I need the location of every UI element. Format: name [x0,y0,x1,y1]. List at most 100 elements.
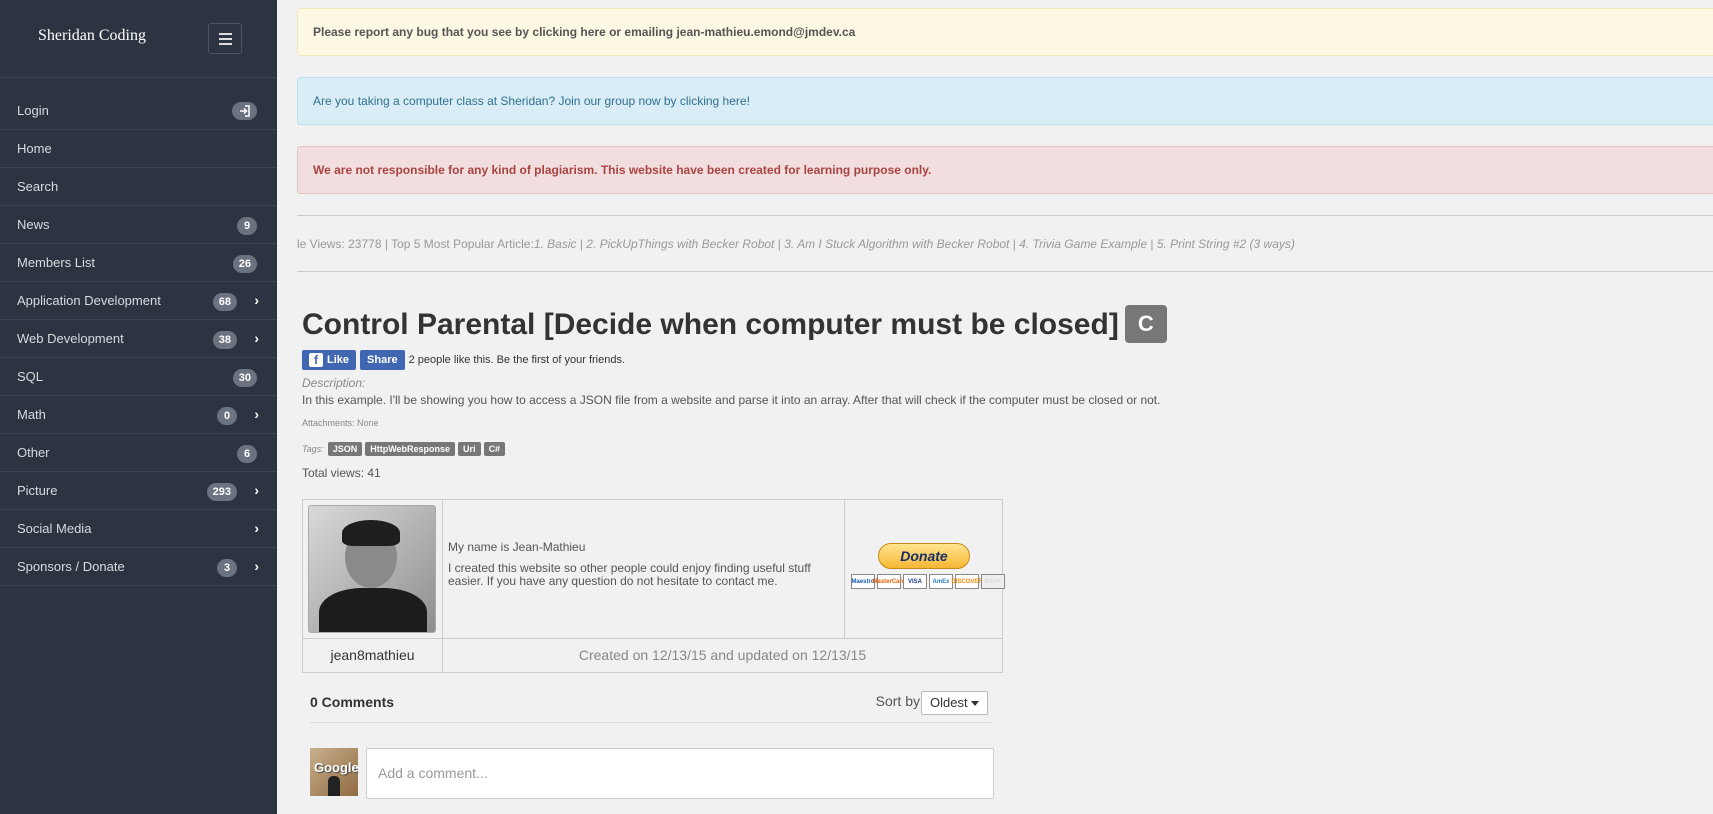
count-badge: 3 [217,559,237,577]
tag-badge[interactable]: Uri [458,442,481,456]
count-badge: 38 [212,331,237,349]
ticker-separator: | [576,236,587,251]
language-badge: C [1124,305,1167,343]
sort-value: Oldest [930,695,968,710]
author-name-line: My name is Jean-Mathieu [448,540,586,554]
sidebar-item-login[interactable]: Login [0,92,277,130]
main-content: Please report any bug that you see by cl… [277,0,1713,814]
sidebar-item-label: Sponsors / Donate [17,559,125,574]
count-badge: 68 [212,293,237,311]
tag-badge[interactable]: JSON [327,442,363,456]
payment-card-icon: AmEx [929,574,953,589]
payment-card-icon: BANK [981,574,1005,589]
popular-articles-ticker: le Views: 23778 | Top 5 Most Popular Art… [297,215,1713,272]
sidebar-item-sponsors-donate[interactable]: Sponsors / Donate 3 › [0,548,277,586]
popular-article-link[interactable]: 2. PickUpThings with Becker Robot [586,237,774,251]
plagiarism-alert: We are not responsible for any kind of p… [297,146,1713,194]
count-badge: 9 [237,217,257,235]
sidebar-item-sql[interactable]: SQL 30 [0,358,277,396]
author-username[interactable]: jean8mathieu [303,639,443,672]
facebook-social-row: f Like Share 2 people like this. Be the f… [302,350,625,370]
sidebar-item-label: Other [17,445,50,460]
sidebar-item-other[interactable]: Other 6 [0,434,277,472]
donate-cell: Donate Maestro MasterCard VISA AmEx DISCOVER… [845,500,1005,639]
ticker-separator: | [774,236,785,251]
ticker-prefix: le Views: 23778 | Top 5 Most Popular Art… [297,236,534,251]
popular-article-link[interactable]: 4. Trivia Game Example [1019,237,1147,251]
payment-card-icon: DISCOVER [951,574,983,589]
count-badge: 293 [206,483,237,501]
author-bio: I created this website so other people c… [448,561,811,588]
payment-card-icon: Maestro [851,574,875,589]
article-title-text: Control Parental [Decide when computer m… [302,308,1119,341]
comment-input[interactable]: Add a comment... [366,748,994,799]
sidebar-item-label: Picture [17,483,58,498]
sidebar-item-news[interactable]: News 9 [0,206,277,244]
sidebar-item-search[interactable]: Search [0,168,277,206]
attachments-text: Attachments: None [302,418,379,428]
author-avatar [308,505,436,633]
sidebar-item-label: Application Development [17,293,161,308]
count-badge: 26 [232,255,257,273]
tag-badge[interactable]: HttpWebResponse [365,442,456,456]
chevron-right-icon: › [254,558,259,574]
sidebar-item-label: Search [17,179,59,194]
facebook-like-button[interactable]: f Like [302,350,357,370]
sidebar-item-social-media[interactable]: Social Media › [0,510,277,548]
facebook-like-text: 2 people like this. Be the first of your… [408,354,626,366]
site-brand[interactable]: Sheridan Coding [38,27,146,45]
sidebar-item-members-list[interactable]: Members List 26 [0,244,277,282]
description-label: Description: [302,376,366,390]
popular-article-link[interactable]: 5. Print String #2 (3 ways) [1157,237,1295,251]
author-avatar-cell [303,500,443,639]
payment-card-icon: MasterCard [873,574,906,589]
payment-card-icon: VISA [903,574,927,589]
total-views: Total views: 41 [302,466,381,480]
sidebar-item-label: News [17,217,50,232]
chevron-right-icon: › [254,292,259,308]
sidebar-nav: Login Home Search News 9 Members List 26 Applic… [0,92,277,586]
hamburger-menu-icon[interactable] [208,23,242,54]
sidebar-item-picture[interactable]: Picture 293 › [0,472,277,510]
sidebar-item-application-development[interactable]: Application Development 68 › [0,282,277,320]
comments-header: 0 Comments Sort by Oldest [310,688,992,723]
payment-cards: Maestro MasterCard VISA AmEx DISCOVER BANK [851,574,1005,589]
article-dates: Created on 12/13/15 and updated on 12/13… [578,647,867,663]
paypal-donate-button[interactable]: Donate [878,543,970,569]
facebook-like-label: Like [327,354,350,366]
article-title: Control Parental [Decide when computer m… [302,305,1167,343]
tags-label: Tags: [302,444,324,454]
sidebar-item-math[interactable]: Math 0 › [0,396,277,434]
commenter-avatar: Google [310,748,358,796]
chevron-right-icon: › [254,482,259,498]
sidebar-item-label: Members List [17,255,96,270]
facebook-share-button[interactable]: Share [360,350,405,370]
join-group-alert[interactable]: Are you taking a computer class at Sheri… [297,77,1713,125]
sort-label: Sort by [875,693,920,709]
bug-report-alert[interactable]: Please report any bug that you see by cl… [297,8,1713,56]
sidebar-item-home[interactable]: Home [0,130,277,168]
sidebar-item-label: Math [17,407,46,422]
count-badge: 0 [217,407,237,425]
chevron-right-icon: › [254,520,259,536]
caret-down-icon [971,701,979,706]
popular-article-link[interactable]: 1. Basic [534,237,577,251]
sidebar-item-label: Social Media [17,521,92,536]
tag-badge[interactable]: C# [483,442,506,456]
popular-article-link[interactable]: 3. Am I Stuck Algorithm with Becker Robo… [784,237,1009,251]
ticker-separator: | [1147,236,1157,251]
facebook-icon: f [309,353,323,367]
description-text: In this example. I'll be showing you how… [302,393,1161,407]
sidebar-header: Sheridan Coding [0,0,277,78]
sidebar-item-web-development[interactable]: Web Development 38 › [0,320,277,358]
author-bio-cell: My name is Jean-Mathieu I created this w… [443,500,845,639]
ticker-separator: | [1009,236,1020,251]
count-badge: 30 [232,369,257,387]
sidebar-item-label: SQL [17,369,44,384]
sidebar-item-label: Home [17,141,52,156]
count-badge: 6 [237,445,257,463]
chevron-right-icon: › [254,330,259,346]
chevron-right-icon: › [254,406,259,422]
sort-dropdown[interactable]: Oldest [921,691,988,715]
tags-row: Tags: JSON HttpWebResponse Uri C# [302,442,508,456]
